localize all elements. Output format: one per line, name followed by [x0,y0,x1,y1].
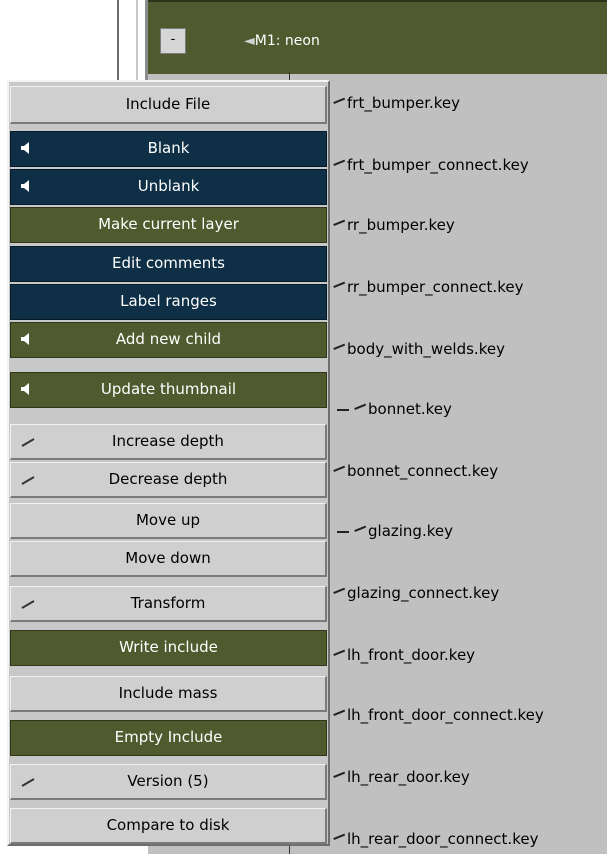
blank-menu-item[interactable]: Blank [10,131,327,167]
decrease-depth-menu-item[interactable]: Decrease depth [10,462,327,498]
tick-icon [21,426,35,458]
menu-item-label: Add new child [115,330,222,348]
tree-item-label: rr_bumper.key [347,216,455,234]
menu-item-label: Include File [125,95,211,113]
tree-item-label: body_with_welds.key [347,340,505,358]
menu-item-label: Edit comments [112,254,225,272]
tree-item[interactable]: frt_bumper_connect.key [334,156,529,174]
speaker-icon [21,324,31,356]
window-divider [136,0,138,90]
menu-item-label: Move down [125,549,211,567]
menu-item-label: Compare to disk [106,816,230,834]
speaker-icon [21,374,31,406]
update-thumbnail-menu-item[interactable]: Update thumbnail [10,372,327,408]
tree-branch-dash [337,408,349,411]
tree-item-label: glazing_connect.key [347,584,500,602]
menu-item-label: Write include [119,638,218,656]
tick-icon [21,464,35,496]
menu-item-label: Decrease depth [108,470,228,488]
tree-item-label: frt_bumper_connect.key [347,156,529,174]
tree-item-label: glazing.key [368,522,453,540]
tree-item-label: lh_front_door_connect.key [347,706,544,724]
tree-item-label: rr_bumper_connect.key [347,278,524,296]
window-divider [117,0,119,90]
menu-item-label: Version (5) [127,772,209,790]
menu-item-label: Unblank [137,177,200,195]
tree-root-row[interactable] [148,0,607,74]
root-marker-icon: ◄ [244,33,255,49]
tick-icon [334,648,346,656]
speaker-icon [21,133,31,165]
include-file-menu-item[interactable]: Include File [10,86,327,124]
tree-item-label: frt_bumper.key [347,94,461,112]
tick-icon [334,770,346,778]
tree-item[interactable]: glazing_connect.key [334,584,499,602]
tick-icon [334,280,346,288]
move-up-menu-item[interactable]: Move up [10,503,327,539]
unblank-menu-item[interactable]: Unblank [10,169,327,205]
tree-item[interactable]: rr_bumper_connect.key [334,278,523,296]
empty-include-menu-item[interactable]: Empty Include [10,720,327,756]
edit-comments-menu-item[interactable]: Edit comments [10,246,327,282]
tick-icon [334,464,346,472]
tree-item[interactable]: bonnet_connect.key [334,462,498,480]
tree-item[interactable]: bonnet.key [337,400,452,418]
tick-icon [21,588,35,620]
tree-root-label[interactable]: ◄M1: neon [244,33,320,49]
root-model-name: M1: neon [254,33,320,49]
menu-item-label: Empty Include [114,728,223,746]
tree-item[interactable]: lh_rear_door_connect.key [334,830,538,848]
tick-icon [355,524,367,532]
menu-item-label: Update thumbnail [100,380,237,398]
tick-icon [355,402,367,410]
tree-branch-dash [337,530,349,533]
speaker-icon [21,171,31,203]
tick-icon [334,586,346,594]
tree-item[interactable]: lh_front_door_connect.key [334,706,544,724]
tick-icon [334,218,346,226]
collapse-button[interactable]: - [160,28,186,54]
tree-item[interactable]: glazing.key [337,522,453,540]
tree-item-label: lh_rear_door_connect.key [347,830,539,848]
add-new-child-menu-item[interactable]: Add new child [10,322,327,358]
tree-item-label: lh_front_door.key [347,646,476,664]
tick-icon [334,158,346,166]
menu-item-label: Blank [147,139,190,157]
tree-item-label: bonnet_connect.key [347,462,499,480]
menu-item-label: Make current layer [98,215,239,233]
transform-menu-item[interactable]: Transform [10,586,327,622]
tree-item[interactable]: rr_bumper.key [334,216,455,234]
menu-item-label: Move up [135,511,201,529]
tree-item[interactable]: lh_rear_door.key [334,768,470,786]
label-ranges-menu-item[interactable]: Label ranges [10,284,327,320]
tick-icon [334,708,346,716]
tree-item-label: lh_rear_door.key [347,768,470,786]
tree-item[interactable]: lh_front_door.key [334,646,475,664]
menu-item-label: Include mass [118,684,218,702]
tree-item[interactable]: frt_bumper.key [334,94,460,112]
tick-icon [21,766,35,798]
tree-item[interactable]: body_with_welds.key [334,340,505,358]
make-current-layer-menu-item[interactable]: Make current layer [10,207,327,243]
compare-to-disk-menu-item[interactable]: Compare to disk [10,808,327,844]
tick-icon [334,832,346,840]
tick-icon [334,96,346,104]
increase-depth-menu-item[interactable]: Increase depth [10,424,327,460]
include-mass-menu-item[interactable]: Include mass [10,676,327,712]
write-include-menu-item[interactable]: Write include [10,630,327,666]
tick-icon [334,342,346,350]
move-down-menu-item[interactable]: Move down [10,541,327,577]
tree-item-label: bonnet.key [368,400,452,418]
menu-item-label: Label ranges [120,292,217,310]
menu-item-label: Increase depth [112,432,224,450]
version-5-menu-item[interactable]: Version (5) [10,764,327,800]
menu-item-label: Transform [130,594,206,612]
